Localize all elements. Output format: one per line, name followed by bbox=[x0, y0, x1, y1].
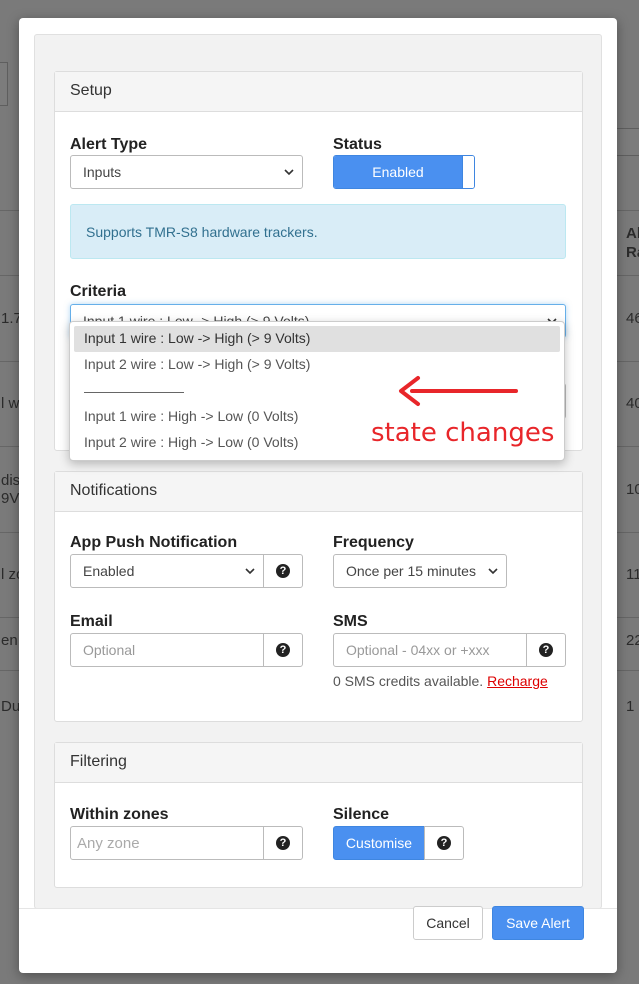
background-tab bbox=[0, 62, 8, 106]
question-circle-icon: ? bbox=[276, 643, 290, 657]
customise-button[interactable]: Customise bbox=[333, 826, 425, 860]
background-cell: l w bbox=[1, 395, 20, 412]
save-alert-button[interactable]: Save Alert bbox=[492, 906, 584, 940]
annotation-text: state changes bbox=[371, 418, 555, 448]
notifications-panel: Notifications App Push Notification Enab… bbox=[54, 471, 583, 722]
background-cell: 1 bbox=[626, 698, 635, 715]
setup-panel-title: Setup bbox=[55, 72, 582, 112]
email-help-button[interactable]: ? bbox=[263, 633, 303, 667]
status-toggle-on: Enabled bbox=[334, 156, 462, 188]
alert-type-label: Alert Type bbox=[70, 136, 148, 153]
sms-credits-text: 0 SMS credits available. bbox=[333, 673, 484, 689]
status-toggle[interactable]: Enabled bbox=[333, 155, 475, 189]
sms-help-button[interactable]: ? bbox=[526, 633, 566, 667]
status-label: Status bbox=[333, 136, 382, 153]
sms-credits-note: 0 SMS credits available. Recharge bbox=[333, 673, 548, 689]
frequency-label: Frequency bbox=[333, 534, 414, 551]
question-circle-icon: ? bbox=[539, 643, 553, 657]
recharge-link[interactable]: Recharge bbox=[487, 673, 548, 689]
alert-modal: Setup Alert Type Inputs Status Enabled S… bbox=[19, 18, 617, 973]
background-cell: 46 bbox=[626, 310, 639, 327]
background-cell: 10 bbox=[626, 481, 639, 498]
background-control bbox=[616, 128, 639, 156]
push-notification-select[interactable]: Enabled bbox=[70, 554, 264, 588]
criteria-option[interactable]: Input 1 wire : Low -> High (> 9 Volts) bbox=[74, 326, 560, 352]
frequency-select[interactable]: Once per 15 minutes bbox=[333, 554, 507, 588]
zones-label: Within zones bbox=[70, 806, 169, 823]
status-toggle-knob[interactable] bbox=[462, 156, 474, 188]
criteria-label: Criteria bbox=[70, 283, 127, 300]
zones-input[interactable]: Any zone bbox=[70, 826, 264, 860]
background-cell: 22 bbox=[626, 632, 639, 649]
push-notification-value: Enabled bbox=[83, 563, 135, 579]
zones-help-button[interactable]: ? bbox=[263, 826, 303, 860]
background-cell: dis bbox=[1, 472, 21, 489]
question-circle-icon: ? bbox=[276, 564, 290, 578]
email-label: Email bbox=[70, 613, 113, 630]
background-cell: 40 bbox=[626, 395, 639, 412]
notifications-panel-title: Notifications bbox=[55, 472, 582, 512]
alert-type-value: Inputs bbox=[83, 164, 122, 180]
arrow-left-icon bbox=[399, 376, 518, 406]
chevron-down-icon bbox=[488, 568, 498, 575]
chevron-down-icon bbox=[245, 568, 255, 575]
background-cell: en bbox=[1, 632, 18, 649]
silence-help-button[interactable]: ? bbox=[424, 826, 464, 860]
background-cell: 9V bbox=[1, 490, 20, 507]
sms-input[interactable]: Optional - 04xx or +xxx bbox=[333, 633, 527, 667]
filtering-panel: Filtering Within zones Any zone ? Silenc… bbox=[54, 742, 583, 888]
cancel-button[interactable]: Cancel bbox=[413, 906, 483, 940]
question-circle-icon: ? bbox=[437, 836, 451, 850]
push-help-button[interactable]: ? bbox=[263, 554, 303, 588]
modal-body: Setup Alert Type Inputs Status Enabled S… bbox=[34, 34, 602, 909]
silence-label: Silence bbox=[333, 806, 390, 823]
info-alert: Supports TMR-S8 hardware trackers. bbox=[70, 204, 566, 259]
sms-label: SMS bbox=[333, 613, 368, 630]
background-cell: 11 bbox=[626, 566, 639, 583]
email-input[interactable]: Optional bbox=[70, 633, 264, 667]
alert-type-select[interactable]: Inputs bbox=[70, 155, 303, 189]
frequency-value: Once per 15 minutes bbox=[346, 563, 476, 579]
question-circle-icon: ? bbox=[276, 836, 290, 850]
chevron-down-icon bbox=[284, 169, 294, 176]
filtering-panel-title: Filtering bbox=[55, 743, 582, 783]
push-notification-label: App Push Notification bbox=[70, 534, 238, 551]
background-column-header: AlRa bbox=[626, 225, 639, 261]
